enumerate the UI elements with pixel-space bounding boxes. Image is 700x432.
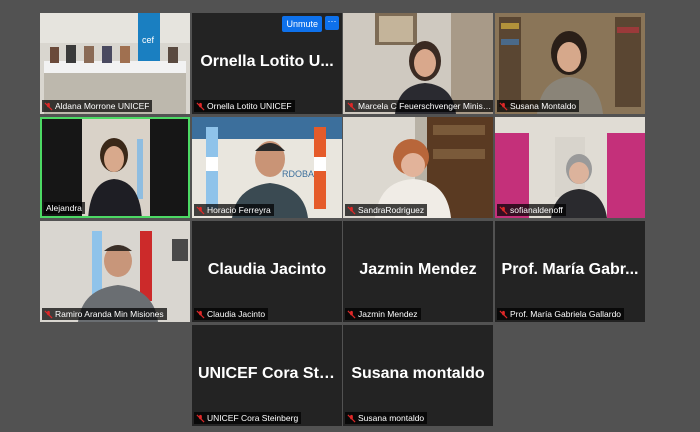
video-feed bbox=[343, 117, 493, 218]
participant-name: Ramiro Aranda Min Misiones bbox=[55, 309, 164, 319]
participant-label: sofianaldenoff bbox=[497, 204, 566, 216]
participant-label: Ornella Lotito UNICEF bbox=[194, 100, 295, 112]
video-tile-marcela[interactable]: Marcela C Feuerschvenger Ministra ... bbox=[343, 13, 493, 114]
muted-mic-icon bbox=[44, 101, 53, 111]
participant-label: Marcela C Feuerschvenger Ministra ... bbox=[345, 100, 493, 112]
video-tile-maria[interactable]: Prof. María Gabr... Prof. María Gabriela… bbox=[495, 221, 645, 322]
participant-name: Susana Montaldo bbox=[510, 101, 577, 111]
muted-mic-icon bbox=[499, 101, 508, 111]
muted-mic-icon bbox=[196, 205, 205, 215]
muted-mic-icon bbox=[347, 413, 356, 423]
participant-name: Susana montaldo bbox=[358, 413, 425, 423]
participant-name: Claudia Jacinto bbox=[207, 309, 266, 319]
video-tile-claudia[interactable]: Claudia Jacinto Claudia Jacinto bbox=[192, 221, 342, 322]
participant-name: Marcela C Feuerschvenger Ministra ... bbox=[358, 101, 493, 111]
participant-name: Alejandra bbox=[46, 203, 82, 213]
participant-label: Ramiro Aranda Min Misiones bbox=[42, 308, 167, 320]
svg-text:cef: cef bbox=[142, 35, 155, 45]
participant-display-name: Claudia Jacinto bbox=[207, 261, 327, 278]
participant-name: Prof. María Gabriela Gallardo bbox=[510, 309, 622, 319]
participant-display-name: Susana montaldo bbox=[351, 365, 485, 382]
participant-display-name: UNICEF Cora Ste... bbox=[198, 365, 342, 382]
participant-display-name: Prof. María Gabr... bbox=[501, 261, 639, 278]
participant-label: SandraRodriguez bbox=[345, 204, 428, 216]
participant-display-name: Ornella Lotito U... bbox=[200, 53, 334, 70]
video-tile-alejandra[interactable]: Alejandra bbox=[40, 117, 190, 218]
muted-mic-icon bbox=[347, 205, 356, 215]
participant-name: sofianaldenoff bbox=[510, 205, 563, 215]
video-tile-aldana[interactable]: cef Aldana Morrone UNICEF bbox=[40, 13, 190, 114]
video-feed: RDOBA bbox=[192, 117, 342, 218]
svg-text:RDOBA: RDOBA bbox=[282, 169, 314, 179]
muted-mic-icon bbox=[347, 101, 356, 111]
participant-name: Jazmin Mendez bbox=[358, 309, 418, 319]
video-tile-ornella[interactable]: Ornella Lotito U... Unmute ··· Ornella L… bbox=[192, 13, 342, 114]
unmute-button[interactable]: Unmute bbox=[282, 16, 322, 32]
participant-label: Susana Montaldo bbox=[497, 100, 580, 112]
participant-label: Aldana Morrone UNICEF bbox=[42, 100, 153, 112]
participant-name: UNICEF Cora Steinberg bbox=[207, 413, 299, 423]
muted-mic-icon bbox=[196, 413, 205, 423]
muted-mic-icon bbox=[196, 101, 205, 111]
participant-label: UNICEF Cora Steinberg bbox=[194, 412, 302, 424]
video-feed bbox=[40, 221, 190, 322]
video-tile-sofiana[interactable]: sofianaldenoff bbox=[495, 117, 645, 218]
participant-label: Claudia Jacinto bbox=[194, 308, 269, 320]
muted-mic-icon bbox=[347, 309, 356, 319]
video-feed: cef bbox=[40, 13, 190, 114]
participant-name: Ornella Lotito UNICEF bbox=[207, 101, 292, 111]
video-tile-cora[interactable]: UNICEF Cora Ste... UNICEF Cora Steinberg bbox=[192, 325, 342, 426]
participant-name: SandraRodriguez bbox=[358, 205, 425, 215]
muted-mic-icon bbox=[196, 309, 205, 319]
video-feed bbox=[495, 117, 645, 218]
participant-label: Prof. María Gabriela Gallardo bbox=[497, 308, 625, 320]
participant-display-name: Jazmin Mendez bbox=[359, 261, 477, 278]
participant-name: Aldana Morrone UNICEF bbox=[55, 101, 150, 111]
video-feed bbox=[495, 13, 645, 114]
muted-mic-icon bbox=[499, 205, 508, 215]
muted-mic-icon bbox=[499, 309, 508, 319]
muted-mic-icon bbox=[44, 309, 53, 319]
video-tile-horacio[interactable]: RDOBA Horacio Ferreyra bbox=[192, 117, 342, 218]
participant-name: Horacio Ferreyra bbox=[207, 205, 271, 215]
video-tile-susana[interactable]: Susana Montaldo bbox=[495, 13, 645, 114]
video-tile-jazmin[interactable]: Jazmin Mendez Jazmin Mendez bbox=[343, 221, 493, 322]
participant-label: Jazmin Mendez bbox=[345, 308, 421, 320]
video-tile-susana-montaldo[interactable]: Susana montaldo Susana montaldo bbox=[343, 325, 493, 426]
more-options-button[interactable]: ··· bbox=[325, 16, 339, 30]
participant-label: Alejandra bbox=[44, 202, 85, 214]
participant-label: Susana montaldo bbox=[345, 412, 428, 424]
video-tile-ramiro[interactable]: Ramiro Aranda Min Misiones bbox=[40, 221, 190, 322]
video-feed bbox=[343, 13, 493, 114]
participant-label: Horacio Ferreyra bbox=[194, 204, 274, 216]
video-tile-sandra[interactable]: SandraRodriguez bbox=[343, 117, 493, 218]
